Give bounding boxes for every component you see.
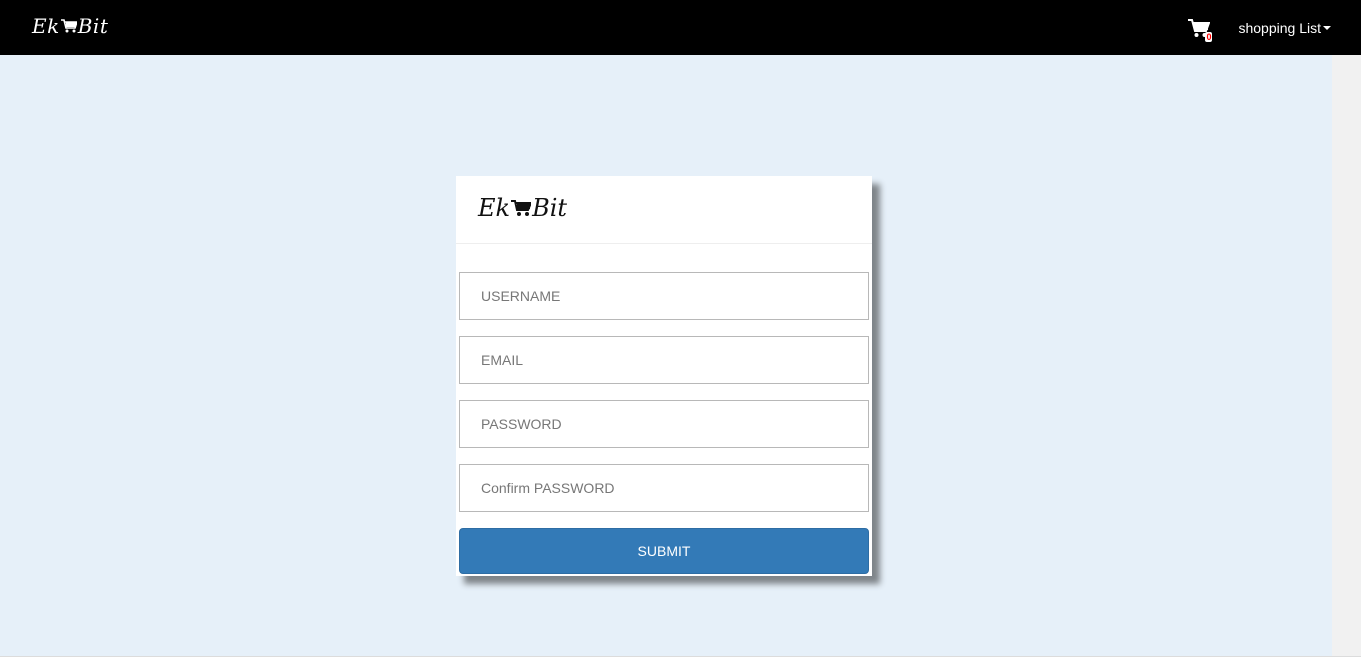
brand-logo-left-text: Ek	[32, 14, 60, 38]
card-logo-left-text: Ek	[478, 194, 511, 222]
navbar-right-group: 0 shopping List	[1188, 0, 1331, 55]
brand-logo-right-text: Bit	[77, 14, 109, 38]
username-input[interactable]	[459, 272, 869, 320]
submit-button[interactable]: SUBMIT	[459, 528, 869, 574]
card-logo-right-text: Bit	[532, 194, 568, 222]
top-navbar: Ek Bit 0 shopping List	[0, 0, 1361, 55]
page-scrollbar[interactable]	[1332, 55, 1361, 656]
card-header: Ek Bit	[456, 176, 872, 244]
caret-down-icon	[1323, 26, 1331, 30]
password-input[interactable]	[459, 400, 869, 448]
shopping-list-dropdown[interactable]: shopping List	[1238, 20, 1331, 36]
logo-cart-icon	[60, 19, 77, 33]
confirm-password-input[interactable]	[459, 464, 869, 512]
card-logo-cart-icon	[511, 200, 532, 216]
email-input[interactable]	[459, 336, 869, 384]
signup-form-card: Ek Bit SUBMIT	[456, 176, 872, 576]
shopping-list-label: shopping List	[1238, 19, 1321, 36]
card-logo: Ek Bit	[478, 194, 567, 222]
cart-button[interactable]: 0	[1188, 16, 1213, 42]
brand-logo[interactable]: Ek Bit	[32, 14, 108, 38]
cart-count-badge: 0	[1205, 31, 1213, 42]
